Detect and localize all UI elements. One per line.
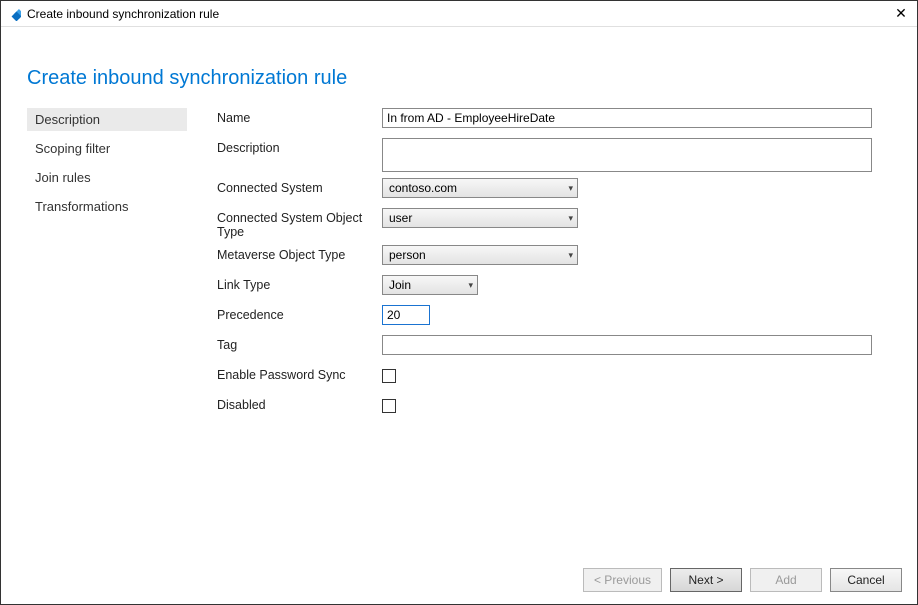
sidebar-item-transformations[interactable]: Transformations [27, 195, 187, 218]
sidebar-item-scoping-filter[interactable]: Scoping filter [27, 137, 187, 160]
sidebar-item-join-rules[interactable]: Join rules [27, 166, 187, 189]
label-cs-object-type: Connected System Object Type [217, 208, 382, 239]
sidebar-item-label: Transformations [35, 199, 128, 214]
link-type-dropdown[interactable]: Join ▾ [382, 275, 478, 295]
sidebar-item-label: Scoping filter [35, 141, 110, 156]
label-link-type: Link Type [217, 275, 382, 292]
page-title: Create inbound synchronization rule [27, 67, 891, 90]
chevron-down-icon: ▾ [468, 280, 473, 291]
window-title: Create inbound synchronization rule [27, 7, 891, 21]
cs-object-type-dropdown[interactable]: user ▾ [382, 208, 578, 228]
previous-button[interactable]: < Previous [583, 568, 662, 592]
link-type-value: Join [389, 278, 411, 292]
sidebar: Description Scoping filter Join rules Tr… [27, 108, 187, 425]
title-bar: Create inbound synchronization rule ✕ [1, 1, 917, 27]
chevron-down-icon: ▾ [568, 183, 573, 194]
footer: < Previous Next > Add Cancel [2, 557, 916, 603]
label-precedence: Precedence [217, 305, 382, 322]
label-tag: Tag [217, 335, 382, 352]
sidebar-item-label: Join rules [35, 170, 91, 185]
label-name: Name [217, 108, 382, 125]
chevron-down-icon: ▾ [568, 213, 573, 224]
app-icon [7, 7, 21, 21]
description-input[interactable] [382, 138, 872, 172]
mv-object-type-dropdown[interactable]: person ▾ [382, 245, 578, 265]
mv-object-type-value: person [389, 248, 426, 262]
sidebar-item-label: Description [35, 112, 100, 127]
label-description: Description [217, 138, 382, 155]
add-button[interactable]: Add [750, 568, 822, 592]
disabled-checkbox[interactable] [382, 399, 396, 413]
next-button[interactable]: Next > [670, 568, 742, 592]
chevron-down-icon: ▾ [568, 250, 573, 261]
precedence-input[interactable] [382, 305, 430, 325]
form: Name Description Connected System contos… [217, 108, 891, 425]
label-connected-system: Connected System [217, 178, 382, 195]
tag-input[interactable] [382, 335, 872, 355]
label-enable-password-sync: Enable Password Sync [217, 365, 382, 382]
connected-system-dropdown[interactable]: contoso.com ▾ [382, 178, 578, 198]
cs-object-type-value: user [389, 211, 412, 225]
sidebar-item-description[interactable]: Description [27, 108, 187, 131]
cancel-button[interactable]: Cancel [830, 568, 902, 592]
label-disabled: Disabled [217, 395, 382, 412]
enable-password-sync-checkbox[interactable] [382, 369, 396, 383]
label-mv-object-type: Metaverse Object Type [217, 245, 382, 262]
close-icon[interactable]: ✕ [891, 5, 911, 22]
connected-system-value: contoso.com [389, 181, 457, 195]
name-input[interactable] [382, 108, 872, 128]
